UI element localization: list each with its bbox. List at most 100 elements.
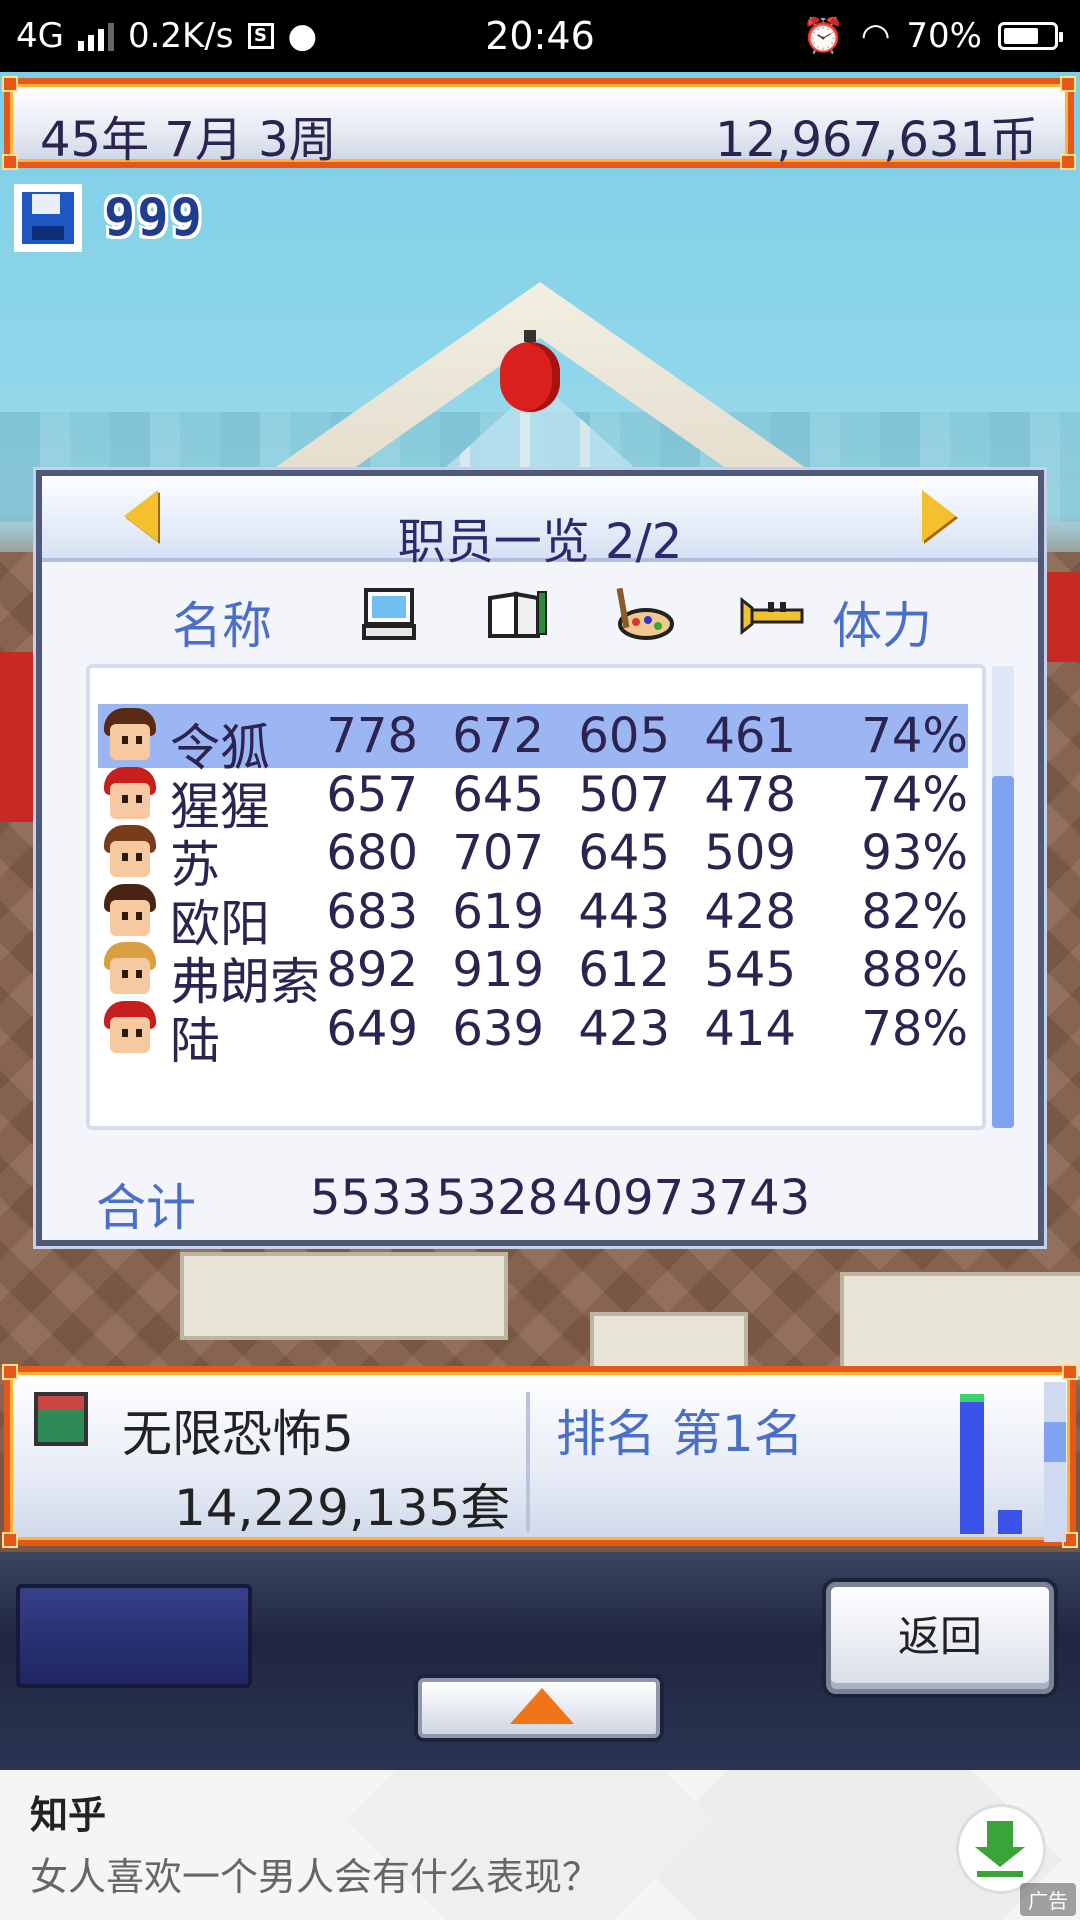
alarm-icon: ⏰ [802, 16, 845, 56]
staff-stamina: 78% [861, 1000, 968, 1057]
control-area: 返回 [0, 1552, 1080, 1770]
game-sales-bar[interactable]: 无限恐怖5 14,229,135套 排名 第1名 [2, 1364, 1078, 1548]
save-count: 999 [104, 188, 204, 248]
battery-fill [1004, 28, 1038, 44]
total-scenario: 5328 [436, 1170, 559, 1226]
frame-corner [1062, 1364, 1078, 1380]
staff-graphics: 645 [578, 825, 670, 881]
staff-programming: 649 [326, 1000, 418, 1057]
list-scroll-thumb[interactable] [992, 776, 1014, 1128]
floppy-disk-icon[interactable] [14, 184, 82, 252]
staff-row[interactable]: 苏 680 707 645 509 93% [98, 821, 968, 894]
staff-avatar [102, 882, 158, 942]
total-sound: 3743 [688, 1170, 811, 1226]
staff-sound: 414 [704, 1000, 796, 1057]
staff-scenario: 639 [452, 1000, 544, 1057]
game-list-scrollbar[interactable] [1044, 1382, 1066, 1542]
staff-graphics: 605 [578, 708, 670, 764]
ad-headline[interactable]: 女人喜欢一个男人会有什么表现？ [30, 1846, 600, 1901]
status-bar: 4G 0.2K/s S ● 20:46 ⏰ ◠ 70% [0, 0, 1080, 72]
staff-row[interactable]: 猩猩 657 645 507 478 74% [98, 763, 968, 836]
column-name-header[interactable]: 名称 [172, 586, 272, 655]
palette-icon[interactable] [612, 584, 674, 644]
money-balance: 12,967,631币 [715, 112, 1038, 168]
staff-graphics: 507 [578, 766, 670, 823]
staff-name: 陆 [170, 1011, 220, 1070]
battery-icon [998, 22, 1063, 50]
staff-stamina: 82% [861, 883, 968, 940]
wall-decoration [1046, 572, 1080, 662]
rank-bar-primary [960, 1394, 984, 1534]
staff-scenario: 672 [452, 708, 544, 764]
top-info-bar: 45年 7月 3周 12,967,631币 [2, 76, 1076, 170]
total-graphics: 4097 [562, 1170, 685, 1226]
staff-programming: 680 [326, 825, 418, 881]
game-date: 45年 7月 3周 [40, 112, 337, 168]
staff-avatar [102, 823, 158, 883]
book-pen-icon[interactable] [486, 584, 547, 644]
game-cover-icon [34, 1392, 88, 1446]
game-sales-count: 14,229,135套 [174, 1479, 511, 1537]
staff-row[interactable]: 弗朗索 892 919 612 545 88% [98, 938, 968, 1011]
staff-stamina: 74% [861, 708, 968, 764]
staff-avatar [102, 999, 158, 1059]
staff-programming: 657 [326, 766, 418, 823]
next-page-arrow-icon[interactable] [922, 490, 956, 542]
staff-graphics: 423 [578, 1000, 670, 1057]
frame-corner [2, 1364, 18, 1380]
column-stamina-header[interactable]: 体力 [832, 586, 932, 655]
staff-programming: 892 [326, 942, 418, 998]
staff-stamina: 93% [861, 825, 968, 881]
wifi-icon: ◠ [860, 16, 891, 56]
staff-sound: 428 [704, 883, 796, 940]
staff-stamina: 74% [861, 766, 968, 823]
frame-corner [2, 1532, 18, 1548]
frame-corner [1060, 154, 1076, 170]
staff-programming: 683 [326, 883, 418, 940]
staff-row[interactable]: 欧阳 683 619 443 428 82% [98, 880, 968, 953]
staff-scenario: 919 [452, 942, 544, 998]
staff-row[interactable]: 陆 649 639 423 414 78% [98, 997, 968, 1070]
empty-slot-button[interactable] [16, 1584, 252, 1688]
staff-stamina: 88% [861, 942, 968, 998]
frame-corner [2, 76, 18, 92]
staff-graphics: 612 [578, 942, 670, 998]
red-lantern [500, 330, 560, 412]
download-icon[interactable] [956, 1804, 1046, 1894]
office-desk [180, 1252, 508, 1340]
staff-sound: 545 [704, 942, 796, 998]
frame-corner [1060, 76, 1076, 92]
staff-list-panel: 职员一览 2/2 名称 体力 令狐 778 672 605 461 74% 猩猩… [36, 470, 1044, 1246]
staff-avatar [102, 765, 158, 825]
trumpet-icon[interactable] [738, 584, 808, 644]
total-label: 合计 [96, 1179, 196, 1237]
computer-icon[interactable] [360, 584, 420, 644]
staff-scenario: 645 [452, 766, 544, 823]
staff-sound: 509 [704, 825, 796, 881]
ad-label: 广告 [1020, 1883, 1076, 1916]
divider [526, 1392, 530, 1532]
up-arrow-icon [510, 1688, 574, 1724]
ad-banner[interactable]: 知乎 女人喜欢一个男人会有什么表现？ 广告 [0, 1770, 1080, 1920]
staff-row[interactable]: 令狐 778 672 605 461 74% [98, 704, 968, 777]
frame-corner [2, 154, 18, 170]
ad-brand: 知乎 [30, 1793, 107, 1837]
panel-title: 职员一览 2/2 [397, 514, 683, 570]
game-title: 无限恐怖5 [122, 1405, 354, 1463]
bookshelf [840, 1272, 1080, 1380]
panel-header: 职员一览 2/2 [42, 476, 1038, 570]
staff-sound: 478 [704, 766, 796, 823]
staff-scenario: 619 [452, 883, 544, 940]
save-indicator[interactable]: 999 [14, 184, 204, 252]
expand-up-button[interactable] [418, 1678, 660, 1738]
staff-scenario: 707 [452, 825, 544, 881]
staff-avatar [102, 940, 158, 1000]
total-programming: 5533 [310, 1170, 433, 1226]
battery-percent: 70% [906, 16, 982, 56]
staff-graphics: 443 [578, 883, 670, 940]
staff-programming: 778 [326, 708, 418, 764]
rank-bar-secondary [998, 1510, 1022, 1534]
vending-machine [0, 652, 36, 822]
back-button[interactable]: 返回 [826, 1582, 1054, 1694]
game-rank: 排名 第1名 [556, 1405, 804, 1463]
